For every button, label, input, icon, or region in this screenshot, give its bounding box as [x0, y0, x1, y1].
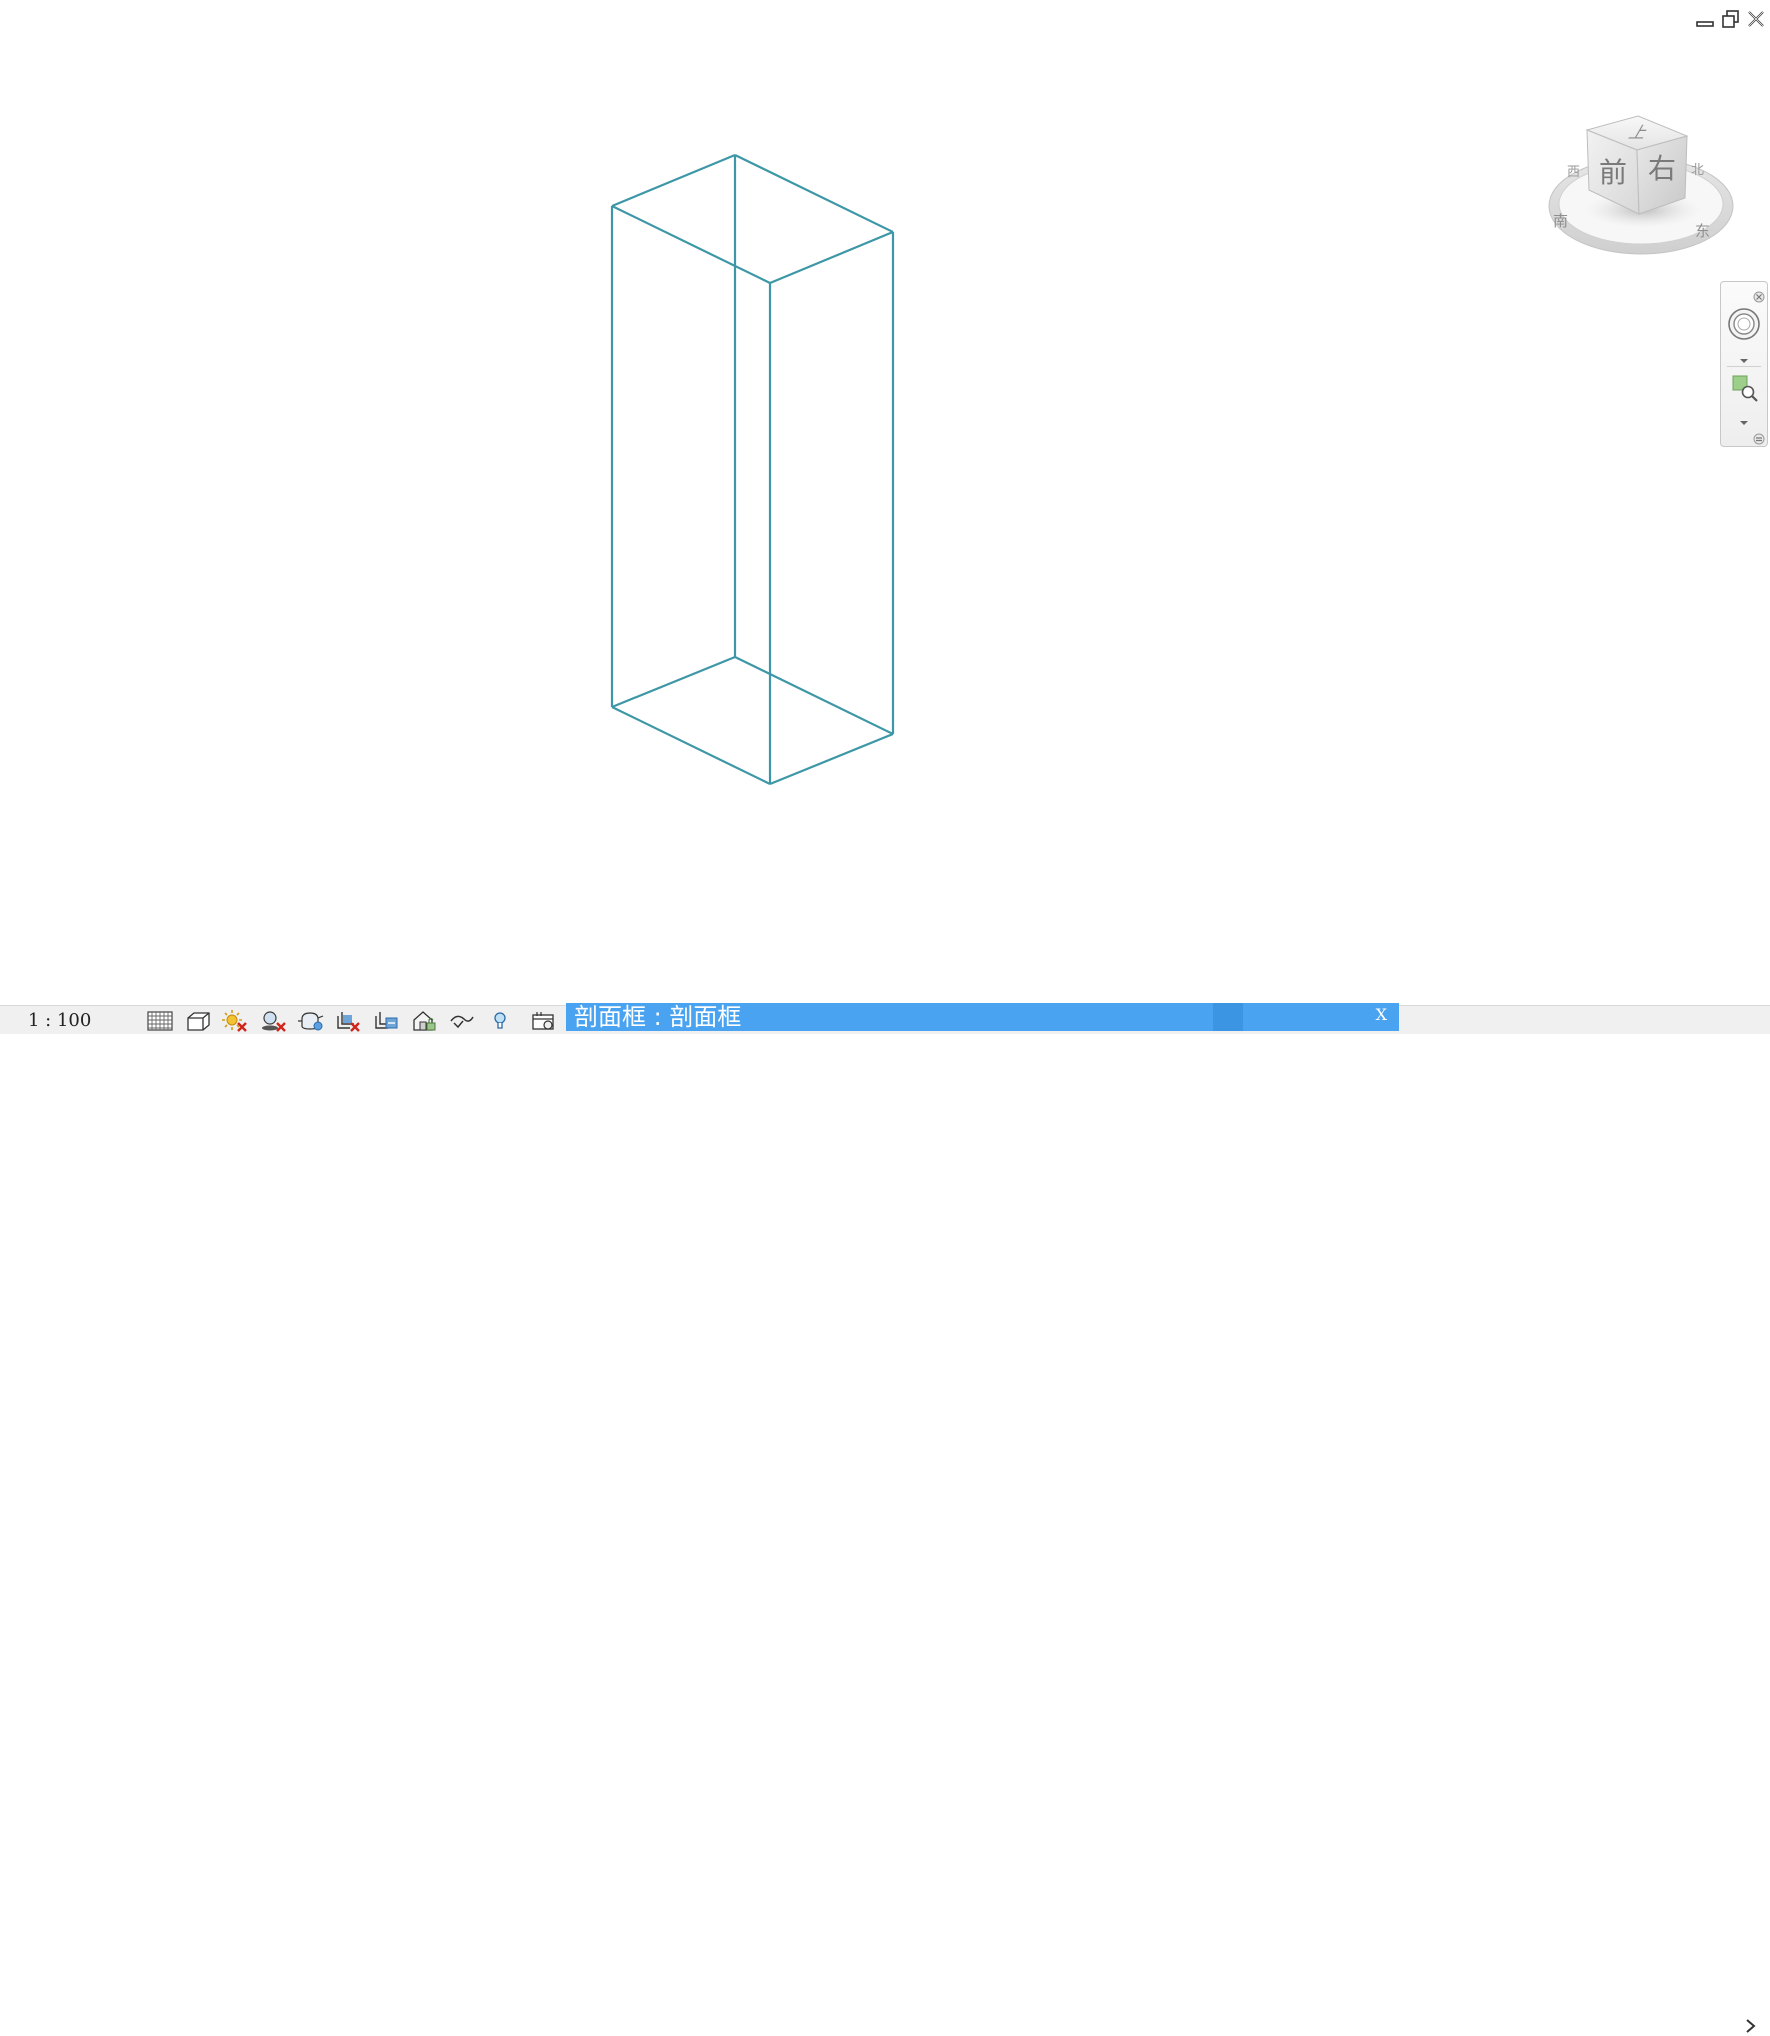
detail-level-icon[interactable]	[146, 1009, 174, 1033]
visual-style-icon[interactable]	[184, 1009, 212, 1033]
element-tooltip: 剖面框 : 剖面框 X	[566, 1003, 1399, 1031]
view-cube[interactable]: 上 前 右 西 北 南 东	[1545, 108, 1740, 268]
unlocked-3d-view-icon[interactable]	[410, 1009, 438, 1033]
compass-east[interactable]: 东	[1695, 222, 1710, 240]
edge-bottom-back-left[interactable]	[611, 655, 736, 709]
zoom-region-icon[interactable]	[1726, 370, 1762, 406]
chevron-down-icon[interactable]	[1735, 351, 1753, 363]
edge-top-front-right[interactable]	[769, 230, 894, 285]
chevron-right-icon[interactable]	[1742, 2016, 1760, 2036]
crop-view-off-icon[interactable]	[334, 1009, 362, 1033]
view-cube-face-right[interactable]: 右	[1648, 152, 1676, 185]
nav-bar-options-icon[interactable]	[1753, 430, 1765, 445]
edge-bottom-front-right[interactable]	[769, 732, 894, 786]
sun-path-off-icon[interactable]	[221, 1009, 249, 1033]
divider	[1727, 366, 1761, 367]
tooltip-shade	[1213, 1003, 1243, 1031]
close-nav-bar-icon[interactable]	[1753, 288, 1765, 303]
tooltip-text: 剖面框 : 剖面框	[574, 1003, 742, 1031]
compass-west[interactable]: 西	[1567, 165, 1580, 180]
minimize-icon[interactable]	[1694, 8, 1716, 30]
restore-icon[interactable]	[1720, 8, 1742, 30]
edge-top-back-left[interactable]	[611, 153, 736, 208]
temporary-hide-isolate-icon[interactable]	[448, 1009, 476, 1033]
tooltip-close-button[interactable]: X	[1376, 1005, 1387, 1025]
close-icon[interactable]	[1745, 8, 1767, 30]
edge-bottom-back-right[interactable]	[734, 656, 894, 735]
navigation-bar	[1720, 281, 1768, 447]
view-cube-face-front[interactable]: 前	[1599, 156, 1627, 189]
section-box-wireframe[interactable]	[0, 0, 1770, 1005]
reveal-hidden-elements-icon[interactable]	[486, 1009, 514, 1033]
chevron-down-icon[interactable]	[1735, 413, 1753, 425]
show-crop-region-icon[interactable]	[372, 1009, 400, 1033]
view-scale[interactable]: 1 : 100	[28, 1010, 138, 1032]
edge-top-front-left[interactable]	[611, 205, 771, 284]
temporary-view-properties-icon[interactable]	[530, 1009, 558, 1033]
compass-north[interactable]: 北	[1691, 163, 1704, 178]
rendering-dialog-icon[interactable]	[297, 1009, 325, 1033]
shadows-off-icon[interactable]	[260, 1009, 288, 1033]
compass-south[interactable]: 南	[1553, 212, 1568, 230]
3d-viewport[interactable]	[0, 0, 1770, 1005]
full-navigation-wheel-icon[interactable]	[1726, 306, 1762, 342]
edge-bottom-front-left[interactable]	[611, 706, 771, 785]
edge-top-back-right[interactable]	[734, 154, 894, 233]
